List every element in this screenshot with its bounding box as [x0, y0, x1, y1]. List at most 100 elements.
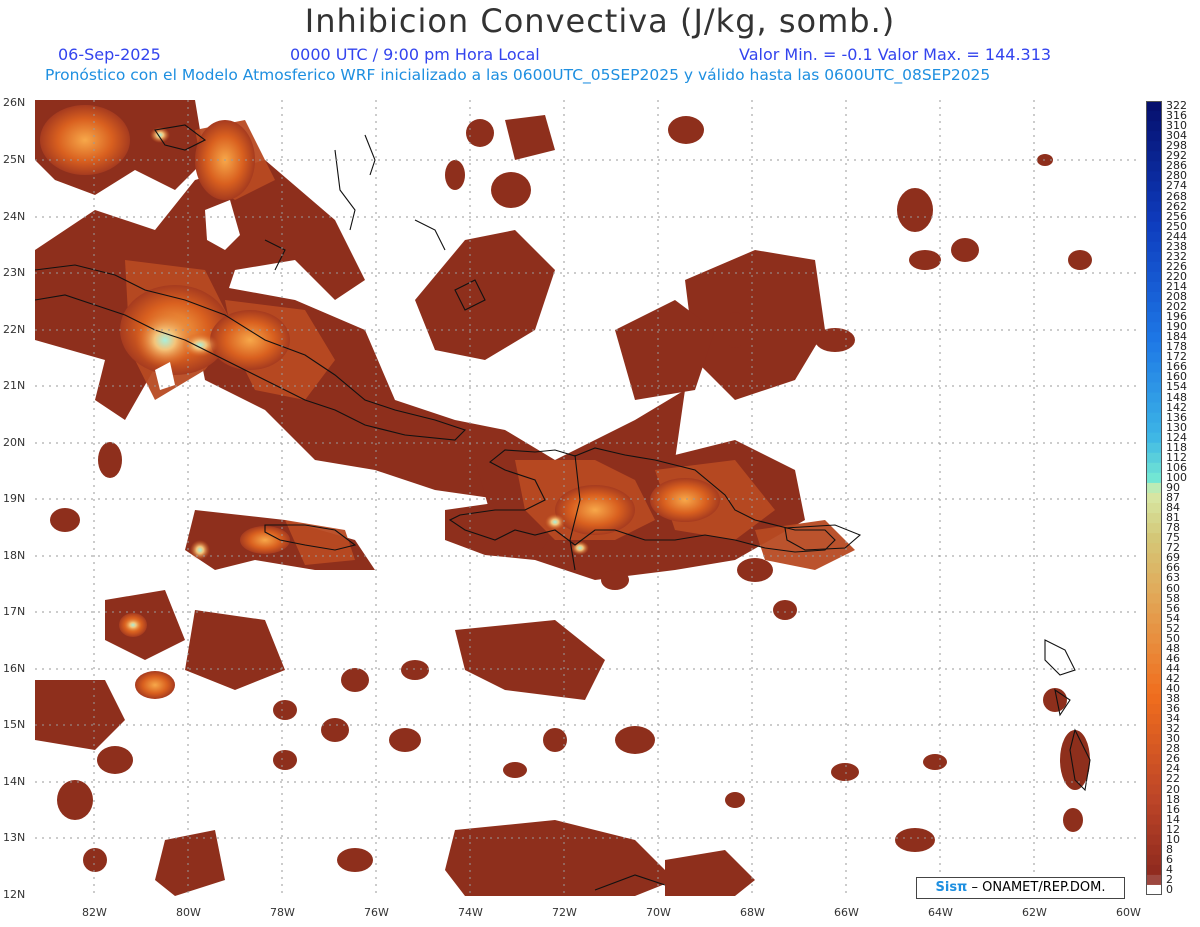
lat-label: 26N [3, 96, 26, 109]
colorbar-swatch [1146, 523, 1162, 534]
colorbar-swatch [1146, 884, 1162, 895]
colorbar-swatch [1146, 824, 1162, 836]
colorbar-swatch [1146, 442, 1162, 454]
colorbar-swatch [1146, 191, 1162, 203]
lon-label: 70W [646, 906, 671, 919]
colorbar-swatch [1146, 281, 1162, 293]
lat-label: 21N [3, 379, 26, 392]
colorbar-swatch [1146, 261, 1162, 273]
lon-label: 80W [176, 906, 201, 919]
colorbar-swatch [1146, 724, 1162, 735]
colorbar-swatch [1146, 221, 1162, 233]
lat-label: 22N [3, 323, 26, 336]
colorbar-swatch [1146, 593, 1162, 605]
colorbar-swatch [1146, 251, 1162, 263]
lat-label: 25N [3, 153, 26, 166]
lon-label: 64W [928, 906, 953, 919]
credit-box: Sisπ – ONAMET/REP.DOM. [916, 877, 1125, 899]
colorbar-swatch [1146, 382, 1162, 394]
colorbar-label: 0 [1166, 883, 1173, 896]
lat-label: 23N [3, 266, 26, 279]
colorbar-swatch [1146, 432, 1162, 444]
colorbar-swatch [1146, 653, 1162, 665]
colorbar-swatch [1146, 482, 1162, 494]
forecast-info: Pronóstico con el Modelo Atmosferico WRF… [45, 66, 991, 84]
colorbar-swatch [1146, 714, 1162, 725]
lon-label: 72W [552, 906, 577, 919]
colorbar-swatch [1146, 794, 1162, 806]
colorbar-swatch [1146, 633, 1162, 645]
cin-field-map [35, 100, 1137, 896]
colorbar-swatch [1146, 322, 1162, 333]
colorbar-swatch [1146, 422, 1162, 434]
colorbar-swatch [1146, 613, 1162, 625]
colorbar-swatch [1146, 704, 1162, 715]
colorbar-swatch [1146, 663, 1162, 675]
colorbar-swatch [1146, 462, 1162, 474]
colorbar-swatch [1146, 774, 1162, 786]
lat-label: 14N [3, 775, 26, 788]
colorbar-swatch [1146, 241, 1162, 253]
credit-text: – ONAMET/REP.DOM. [967, 880, 1106, 895]
colorbar-swatch [1146, 332, 1162, 343]
lat-label: 12N [3, 888, 26, 901]
lon-label: 82W [82, 906, 107, 919]
lat-label: 17N [3, 605, 26, 618]
lon-label: 76W [364, 906, 389, 919]
colorbar-swatch [1146, 392, 1162, 404]
colorbar-swatch [1146, 171, 1162, 182]
lat-label: 24N [3, 210, 26, 223]
colorbar-swatch [1146, 754, 1162, 765]
colorbar-swatch [1146, 673, 1162, 685]
colorbar-swatch [1146, 452, 1162, 464]
colorbar-swatch [1146, 342, 1162, 353]
lat-label: 18N [3, 549, 26, 562]
colorbar-swatch [1146, 784, 1162, 796]
colorbar-swatch [1146, 563, 1162, 574]
colorbar-swatch [1146, 352, 1162, 363]
colorbar-swatch [1146, 111, 1162, 122]
colorbar [1146, 101, 1162, 895]
colorbar-swatch [1146, 372, 1162, 384]
lat-label: 13N [3, 831, 26, 844]
colorbar-swatch [1146, 161, 1162, 172]
colorbar-swatch [1146, 864, 1162, 876]
colorbar-swatch [1146, 271, 1162, 283]
colorbar-swatch [1146, 181, 1162, 193]
colorbar-swatch [1146, 543, 1162, 554]
forecast-time: 0000 UTC / 9:00 pm Hora Local [290, 45, 540, 64]
forecast-date: 06-Sep-2025 [58, 45, 161, 64]
sispi-logo: Sisπ [935, 880, 968, 895]
colorbar-swatch [1146, 854, 1162, 866]
lon-label: 60W [1116, 906, 1141, 919]
colorbar-swatch [1146, 312, 1162, 323]
lat-label: 19N [3, 492, 26, 505]
colorbar-swatch [1146, 211, 1162, 223]
colorbar-swatch [1146, 121, 1162, 132]
colorbar-swatch [1146, 804, 1162, 816]
lon-label: 62W [1022, 906, 1047, 919]
colorbar-swatch [1146, 834, 1162, 846]
colorbar-swatch [1146, 693, 1162, 705]
colorbar-swatch [1146, 302, 1162, 313]
colorbar-swatch [1146, 412, 1162, 424]
colorbar-swatch [1146, 141, 1162, 152]
colorbar-swatch [1146, 472, 1162, 484]
colorbar-swatch [1146, 131, 1162, 142]
lon-label: 68W [740, 906, 765, 919]
colorbar-swatch [1146, 603, 1162, 615]
colorbar-swatch [1146, 362, 1162, 373]
chart-title: Inhibicion Convectiva (J/kg, somb.) [304, 2, 896, 40]
colorbar-swatch [1146, 683, 1162, 695]
colorbar-swatch [1146, 503, 1162, 514]
colorbar-swatch [1146, 151, 1162, 162]
colorbar-swatch [1146, 513, 1162, 524]
colorbar-swatch [1146, 492, 1162, 504]
lat-label: 15N [3, 718, 26, 731]
colorbar-swatch [1146, 814, 1162, 826]
lon-label: 74W [458, 906, 483, 919]
colorbar-swatch [1146, 553, 1162, 564]
colorbar-swatch [1146, 201, 1162, 213]
lat-label: 20N [3, 436, 26, 449]
lat-label: 16N [3, 662, 26, 675]
